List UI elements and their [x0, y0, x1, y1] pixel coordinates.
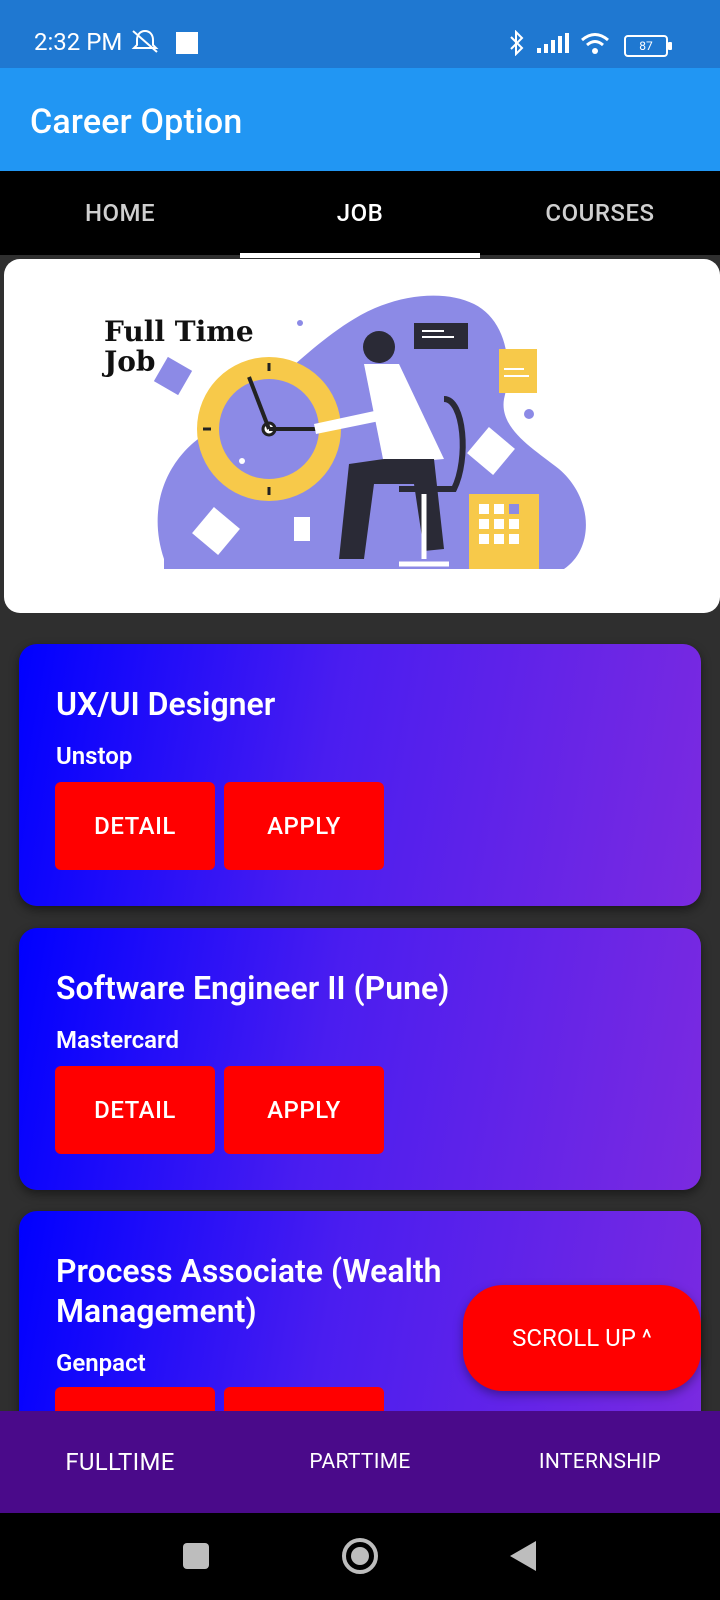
- job-card[interactable]: UX/UI Designer Unstop DETAIL APPLY: [19, 644, 701, 906]
- job-company: Genpact: [56, 1349, 146, 1377]
- app-title: Career Option: [30, 102, 243, 142]
- full-time-job-illustration: [153, 295, 586, 569]
- apply-button[interactable]: APPLY: [224, 782, 384, 870]
- recent-apps-icon[interactable]: [182, 1542, 210, 1570]
- detail-button[interactable]: DETAIL: [55, 782, 215, 870]
- job-title: Software Engineer II (Pune): [56, 969, 450, 1007]
- battery-level: 87: [639, 39, 653, 53]
- nav-fulltime[interactable]: FULLTIME: [0, 1411, 240, 1513]
- home-icon[interactable]: [341, 1537, 379, 1575]
- notification-square-icon: [176, 32, 198, 54]
- back-icon[interactable]: [508, 1539, 538, 1573]
- tab-courses[interactable]: COURSES: [480, 171, 720, 255]
- scroll-up-button[interactable]: SCROLL UP ^: [463, 1285, 701, 1391]
- wifi-icon: [580, 31, 610, 59]
- status-bar: 2:32 PM 87: [0, 0, 720, 68]
- system-nav-bar: [0, 1513, 720, 1600]
- nav-parttime[interactable]: PARTTIME: [240, 1411, 480, 1513]
- bottom-nav: FULLTIME PARTTIME INTERNSHIP: [0, 1411, 720, 1513]
- tab-bar: HOME JOB COURSES: [0, 171, 720, 255]
- job-title: Process Associate (Wealth Management): [56, 1252, 442, 1330]
- job-company: Mastercard: [56, 1026, 179, 1054]
- apply-button[interactable]: APPLY: [224, 1066, 384, 1154]
- detail-button[interactable]: DETAIL: [55, 1066, 215, 1154]
- status-time: 2:32 PM: [34, 28, 123, 56]
- tab-home[interactable]: HOME: [0, 171, 240, 255]
- mute-alarm-icon: [130, 28, 160, 58]
- battery-icon: 87: [624, 35, 672, 57]
- job-company: Unstop: [56, 742, 133, 770]
- job-title: UX/UI Designer: [56, 685, 276, 723]
- signal-icon: [536, 32, 570, 58]
- hero-banner: Full Time Job: [4, 259, 720, 613]
- active-tab-indicator: [240, 253, 480, 258]
- job-card[interactable]: Software Engineer II (Pune) Mastercard D…: [19, 928, 701, 1190]
- app-bar: Career Option: [0, 68, 720, 171]
- tab-job[interactable]: JOB: [240, 171, 480, 255]
- bluetooth-icon: [508, 29, 526, 60]
- nav-internship[interactable]: INTERNSHIP: [480, 1411, 720, 1513]
